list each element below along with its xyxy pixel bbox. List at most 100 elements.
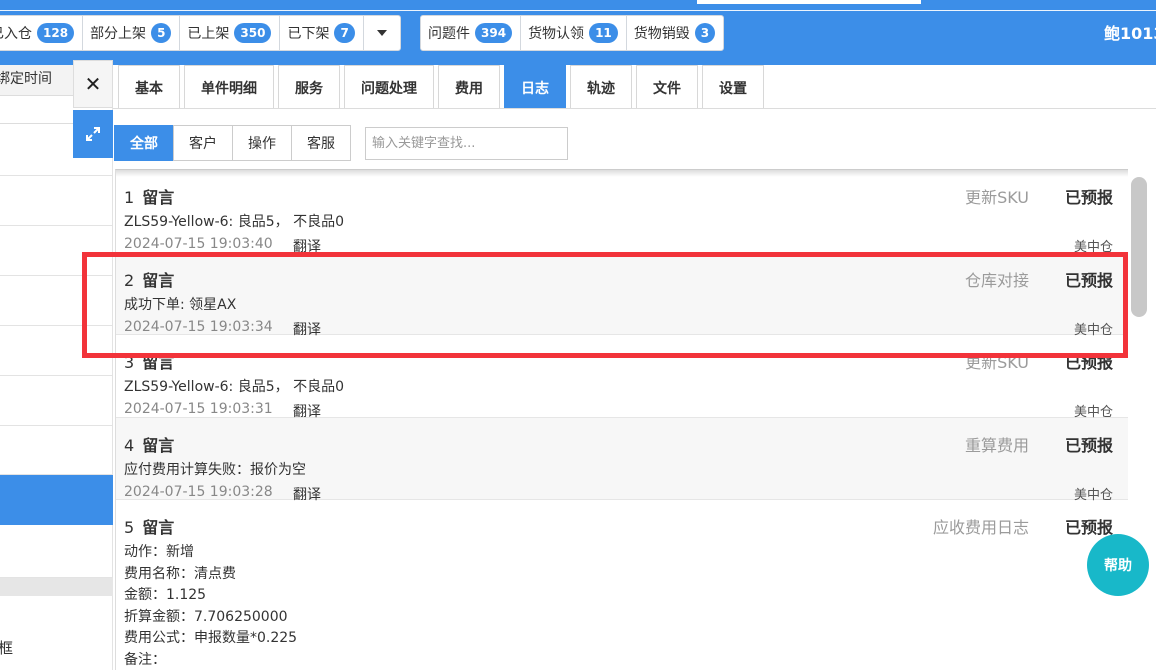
list-row[interactable] xyxy=(0,525,113,578)
tab-fees[interactable]: 费用 xyxy=(438,65,500,109)
more-status-dropdown[interactable] xyxy=(364,16,400,50)
log-entry-title: 1 留言 xyxy=(124,184,174,208)
log-list: 1 留言 更新SKU 已预报 ZLS59-Yellow-6: 良品5， 不良品0 … xyxy=(115,169,1128,670)
status-tab-shelved[interactable]: 已上架 350 xyxy=(180,16,281,50)
log-entry-title: 4 留言 xyxy=(124,432,174,456)
log-entry-type: 重算费用 xyxy=(964,436,1029,455)
log-entry-title-text: 留言 xyxy=(142,436,175,455)
count-badge: 350 xyxy=(234,23,272,43)
tab-item-details[interactable]: 单件明细 xyxy=(184,65,274,109)
count-badge: 3 xyxy=(694,23,716,43)
log-entry-line: 备注： xyxy=(124,651,166,668)
tabs-divider xyxy=(113,108,1156,109)
chevron-down-icon xyxy=(376,30,387,36)
log-entry-body: 应付费用计算失败：报价为空 xyxy=(124,460,306,482)
status-tab-label: 已下架 xyxy=(287,26,330,42)
tab-files[interactable]: 文件 xyxy=(636,65,698,109)
log-entry-time: 2024-07-15 19:03:31 xyxy=(124,401,273,417)
count-badge: 11 xyxy=(589,23,618,43)
status-tab-unshelved[interactable]: 已下架 7 xyxy=(280,16,364,50)
issue-tab-destroy[interactable]: 货物销毁 3 xyxy=(627,16,723,50)
top-toolbar: 已入仓 128 部分上架 5 已上架 350 已下架 7 问题件 394 货物认… xyxy=(0,0,1156,65)
column-header-bind-time[interactable]: 绑定时间 xyxy=(0,65,73,96)
tab-tracking[interactable]: 轨迹 xyxy=(570,65,632,109)
log-entry-title-text: 留言 xyxy=(142,188,175,207)
log-entry-title-text: 留言 xyxy=(142,518,175,537)
log-entry-body: ZLS59-Yellow-6: 良品5， 不良品0 xyxy=(124,377,344,399)
detail-tabs: 基本 单件明细 服务 问题处理 费用 日志 轨迹 文件 设置 xyxy=(118,65,768,109)
log-entry-body: 动作：新增 费用名称：清点费 金额：1.125 折算金额：7.706250000… xyxy=(124,542,297,670)
log-search-input[interactable] xyxy=(365,127,568,160)
log-entry-line: ZLS59-Yellow-6: 良品5， 不良品0 xyxy=(124,379,344,395)
filter-customer-button[interactable]: 客户 xyxy=(173,125,233,161)
filter-all-button[interactable]: 全部 xyxy=(114,125,174,161)
log-entry-line: ZLS59-Yellow-6: 良品5， 不良品0 xyxy=(124,214,344,230)
highlight-box xyxy=(82,252,1128,358)
tab-basic[interactable]: 基本 xyxy=(118,65,180,109)
column-header-label: 绑定时间 xyxy=(0,71,52,87)
count-badge: 128 xyxy=(37,23,75,43)
count-badge: 7 xyxy=(334,23,355,43)
toolbar-divider xyxy=(0,10,1156,11)
log-entry-number: 5 xyxy=(124,518,135,537)
log-entry-line: 应付费用计算失败：报价为空 xyxy=(124,462,306,478)
filter-support-button[interactable]: 客服 xyxy=(291,125,351,161)
issue-tab-label: 货物销毁 xyxy=(633,26,690,42)
log-entry-line: 金额：1.125 xyxy=(124,587,207,603)
app-root: { "topbar": { "status_tabs": [ {"label":… xyxy=(0,0,1156,670)
column-filter-row xyxy=(0,96,73,124)
help-button[interactable]: 帮助 xyxy=(1087,534,1149,596)
log-entry-status: 已预报 xyxy=(1064,518,1113,537)
log-entry: 1 留言 更新SKU 已预报 ZLS59-Yellow-6: 良品5， 不良品0 … xyxy=(116,170,1128,255)
log-scrollbar-thumb[interactable] xyxy=(1131,177,1147,317)
filter-operation-button[interactable]: 操作 xyxy=(232,125,292,161)
log-entry-line: 动作：新增 xyxy=(124,544,194,560)
status-tab-partial-shelved[interactable]: 部分上架 5 xyxy=(83,16,181,50)
tab-settings[interactable]: 设置 xyxy=(702,65,764,109)
issue-tab-claim[interactable]: 货物认领 11 xyxy=(521,16,627,50)
log-entry-type: 应收费用日志 xyxy=(932,518,1029,537)
status-tab-in-warehouse[interactable]: 已入仓 128 xyxy=(0,16,84,50)
list-row[interactable] xyxy=(0,376,113,426)
tab-issue-handling[interactable]: 问题处理 xyxy=(344,65,434,109)
list-row-selected[interactable] xyxy=(0,475,113,525)
log-entry-line: 费用公式：申报数量*0.225 xyxy=(124,630,298,646)
log-filter-group: 全部 客户 操作 客服 xyxy=(114,125,351,162)
user-name[interactable]: 鲍1013 xyxy=(1104,20,1156,44)
log-entry-time: 2024-07-15 19:03:40 xyxy=(124,236,273,252)
status-tab-label: 部分上架 xyxy=(90,26,147,42)
log-entry-body: ZLS59-Yellow-6: 良品5， 不良品0 xyxy=(124,212,344,234)
issue-tab-problem[interactable]: 问题件 394 xyxy=(421,16,522,50)
list-row[interactable] xyxy=(0,176,113,226)
issue-tab-group: 问题件 394 货物认领 11 货物销毁 3 xyxy=(420,15,725,51)
panel-label: 框 xyxy=(0,637,30,658)
expand-icon xyxy=(86,127,100,141)
log-entry-line: 折算金额：7.706250000 xyxy=(124,608,288,625)
close-icon: ✕ xyxy=(84,72,102,96)
log-entry: 5 留言 应收费用日志 已预报 动作：新增 费用名称：清点费 金额：1.125 折… xyxy=(116,500,1128,670)
issue-tab-label: 问题件 xyxy=(428,26,470,42)
log-entry-number: 4 xyxy=(124,436,135,455)
tab-services[interactable]: 服务 xyxy=(278,65,340,109)
panel-label-text: 框 xyxy=(0,639,14,657)
count-badge: 394 xyxy=(475,23,513,43)
list-row[interactable] xyxy=(0,426,113,475)
status-tab-label: 已入仓 xyxy=(0,26,32,42)
log-entry-line: 费用名称：清点费 xyxy=(124,565,236,582)
count-badge: 5 xyxy=(151,23,172,43)
log-entry: 4 留言 重算费用 已预报 应付费用计算失败：报价为空 2024-07-15 19… xyxy=(116,418,1128,503)
toolbar-strip xyxy=(697,0,921,4)
close-button[interactable]: ✕ xyxy=(73,60,113,108)
expand-button[interactable] xyxy=(73,110,113,158)
log-entry-status: 已预报 xyxy=(1064,436,1113,455)
log-entry-status: 已预报 xyxy=(1064,188,1113,207)
log-entry-time: 2024-07-15 19:03:28 xyxy=(124,484,273,500)
status-tab-group: 已入仓 128 部分上架 5 已上架 350 已下架 7 xyxy=(0,15,401,51)
status-tab-label: 已上架 xyxy=(187,26,230,42)
log-entry-type: 更新SKU xyxy=(965,188,1029,207)
panel-divider xyxy=(0,578,113,596)
issue-tab-label: 货物认领 xyxy=(528,26,585,42)
log-entry-number: 1 xyxy=(124,188,135,207)
tab-log[interactable]: 日志 xyxy=(504,65,566,109)
log-entry-title: 5 留言 xyxy=(124,514,174,538)
